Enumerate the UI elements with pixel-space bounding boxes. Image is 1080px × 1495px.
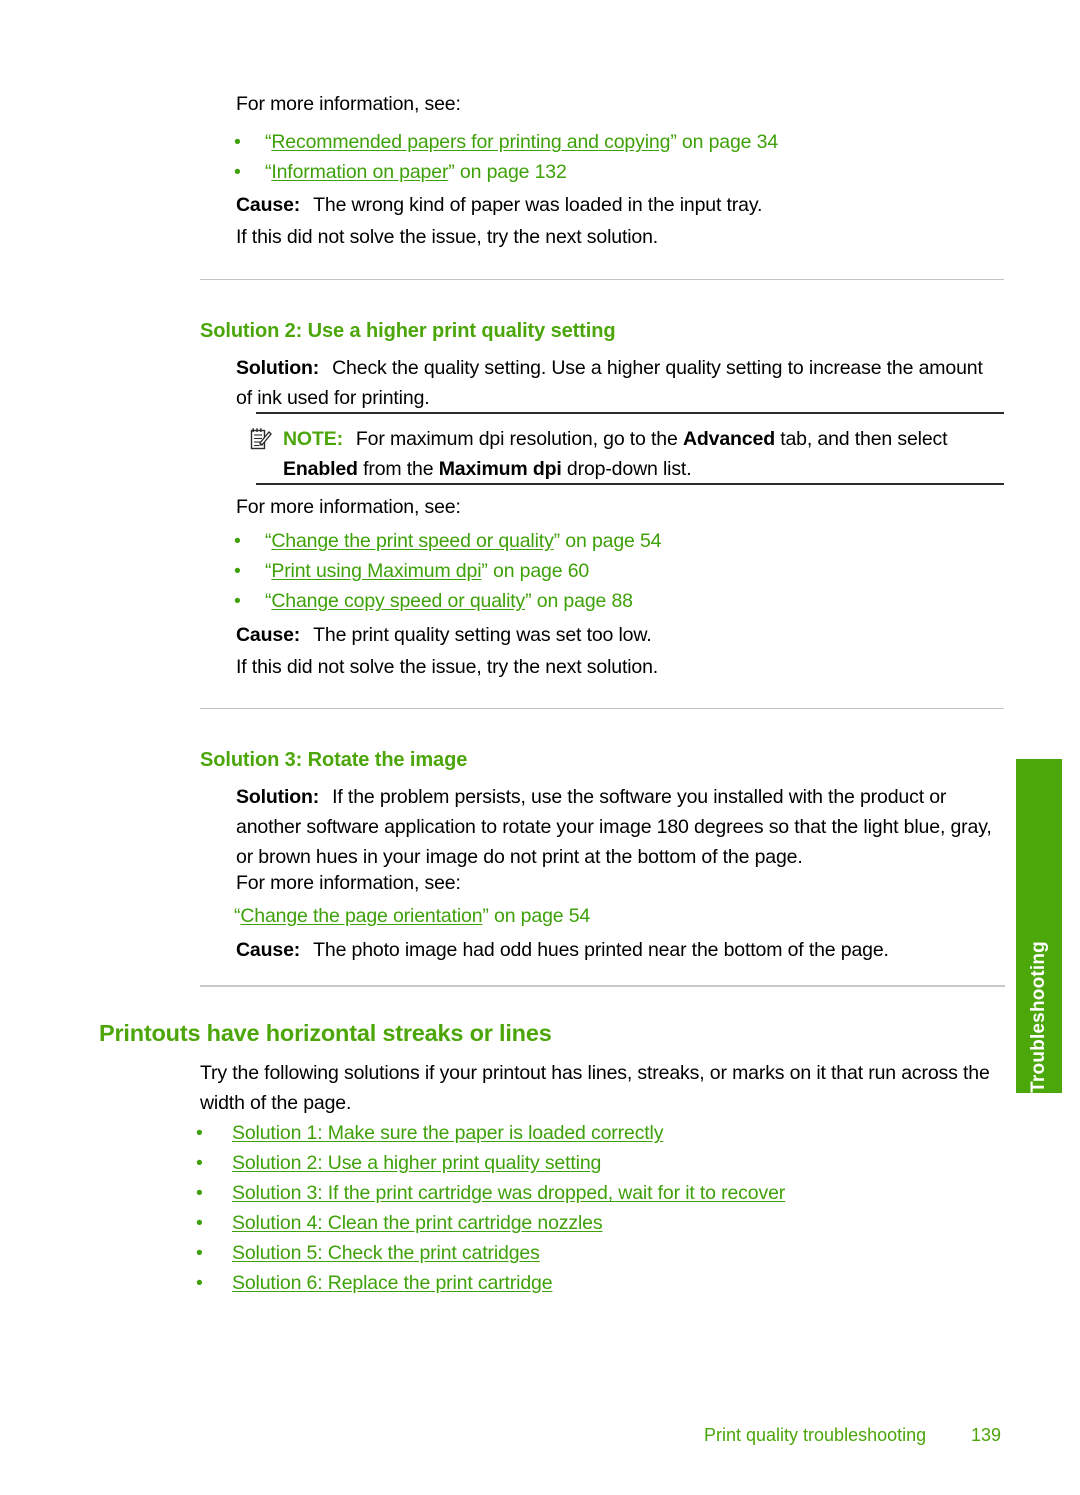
cause-text: The wrong kind of paper was loaded in th… (313, 194, 763, 216)
note-part-1: For maximum dpi resolution, go to the (355, 428, 683, 450)
note-label: NOTE: (283, 428, 343, 450)
note-bold-advanced: Advanced (682, 428, 775, 450)
link-recommended-papers[interactable]: Recommended papers for printing and copy… (271, 131, 670, 153)
solution-text: If the problem persists, use the softwar… (236, 786, 992, 868)
next-solution-note-sol2: If this did not solve the issue, try the… (236, 656, 659, 678)
link-solution-4[interactable]: Solution 4: Clean the print cartridge no… (232, 1212, 603, 1234)
cross-reference-link-row[interactable]: “Information on paper” on page 132 (265, 157, 567, 187)
link-information-on-paper[interactable]: Information on paper (271, 161, 448, 183)
solution-2-body: Solution: Check the quality setting. Use … (236, 353, 988, 413)
page-reference: on page 88 (531, 590, 633, 612)
page-reference: on page 60 (487, 560, 590, 582)
bullet-dot: • (196, 1242, 203, 1264)
cause-text: The photo image had odd hues printed nea… (313, 939, 889, 961)
link-change-page-orientation[interactable]: Change the page orientation (240, 905, 482, 927)
cross-reference-link-row[interactable]: “Print using Maximum dpi” on page 60 (265, 556, 589, 586)
bullet-dot: • (234, 560, 241, 582)
for-more-information-label-top: For more information, see: (236, 93, 461, 115)
cross-reference-link-row[interactable]: “Change copy speed or quality” on page 8… (265, 586, 633, 616)
note-rule-bottom (256, 483, 1004, 485)
document-page: For more information, see: • “Recommende… (0, 0, 1080, 1495)
bullet-dot: • (196, 1272, 203, 1294)
link-solution-5[interactable]: Solution 5: Check the print catridges (232, 1242, 540, 1264)
next-solution-note-top: If this did not solve the issue, try the… (236, 226, 659, 248)
section-divider (200, 279, 1004, 280)
page-section-heading: Printouts have horizontal streaks or lin… (99, 1020, 552, 1046)
cause-label: Cause: (236, 194, 301, 216)
solution-link-row[interactable]: Solution 2: Use a higher print quality s… (232, 1148, 601, 1178)
section-divider (200, 708, 1004, 709)
footer-title: Print quality troubleshooting (704, 1425, 927, 1445)
cross-reference-link-row[interactable]: “Change the page orientation” on page 54 (234, 901, 590, 931)
cross-reference-link-row[interactable]: “Recommended papers for printing and cop… (265, 127, 778, 157)
note-text: NOTE: For maximum dpi resolution, go to t… (283, 424, 1004, 484)
link-solution-6[interactable]: Solution 6: Replace the print cartridge (232, 1272, 553, 1294)
page-number: 139 (971, 1425, 1002, 1445)
note-bold-enabled: Enabled (283, 458, 358, 480)
streaks-intro-text: Try the following solutions if your prin… (200, 1062, 990, 1114)
link-solution-3[interactable]: Solution 3: If the print cartridge was d… (232, 1182, 785, 1204)
note-rule-top (256, 412, 1004, 414)
note-part-4: drop-down list. (561, 458, 692, 480)
solution-2-heading: Solution 2: Use a higher print quality s… (200, 320, 616, 342)
bullet-dot: • (234, 131, 241, 153)
solution-text: Check the quality setting. Use a higher … (236, 357, 983, 409)
for-more-information-label-sol3: For more information, see: (236, 872, 461, 894)
note-pencil-icon (250, 427, 272, 451)
solution-label: Solution: (236, 786, 320, 808)
bullet-dot: • (234, 161, 241, 183)
cause-row-sol2: Cause: The print quality setting was set … (236, 620, 652, 650)
cause-text: The print quality setting was set too lo… (313, 624, 652, 646)
note-bold-maximum-dpi: Maximum dpi (438, 458, 562, 480)
bullet-dot: • (196, 1152, 203, 1174)
solution-label: Solution: (236, 357, 320, 379)
link-change-print-speed[interactable]: Change the print speed or quality (271, 530, 553, 552)
side-tab-label: Troubleshooting (1028, 941, 1049, 1093)
solution-3-heading: Solution 3: Rotate the image (200, 749, 468, 771)
cause-row-sol3: Cause: The photo image had odd hues print… (236, 935, 889, 965)
link-print-using-maximum-dpi[interactable]: Print using Maximum dpi (271, 560, 481, 582)
section-divider (200, 985, 1005, 987)
link-solution-2[interactable]: Solution 2: Use a higher print quality s… (232, 1152, 601, 1174)
bullet-dot: • (234, 530, 241, 552)
note-part-2: tab, and then select (774, 428, 948, 450)
page-reference: on page 132 (454, 161, 567, 183)
bullet-dot: • (196, 1182, 203, 1204)
page-reference: on page 34 (676, 131, 779, 153)
for-more-information-label-sol2: For more information, see: (236, 496, 461, 518)
note-part-3: from the (357, 458, 439, 480)
cause-label: Cause: (236, 939, 301, 961)
link-solution-1[interactable]: Solution 1: Make sure the paper is loade… (232, 1122, 663, 1144)
note-callout: NOTE: For maximum dpi resolution, go to t… (250, 424, 1004, 484)
bullet-dot: • (196, 1122, 203, 1144)
link-change-copy-speed[interactable]: Change copy speed or quality (271, 590, 525, 612)
solution-link-row[interactable]: Solution 5: Check the print catridges (232, 1238, 540, 1268)
solution-link-row[interactable]: Solution 1: Make sure the paper is loade… (232, 1118, 663, 1148)
bullet-dot: • (196, 1212, 203, 1234)
page-reference: on page 54 (560, 530, 662, 552)
solution-link-row[interactable]: Solution 6: Replace the print cartridge (232, 1268, 553, 1298)
cross-reference-link-row[interactable]: “Change the print speed or quality” on p… (265, 526, 662, 556)
cause-label: Cause: (236, 624, 301, 646)
page-reference: on page 54 (488, 905, 591, 927)
solution-link-row[interactable]: Solution 4: Clean the print cartridge no… (232, 1208, 603, 1238)
bullet-dot: • (234, 590, 241, 612)
side-tab-troubleshooting: Troubleshooting (1016, 759, 1062, 1093)
solution-3-body: Solution: If the problem persists, use th… (236, 782, 996, 872)
cause-row-top: Cause: The wrong kind of paper was loaded… (236, 190, 762, 220)
solution-link-row[interactable]: Solution 3: If the print cartridge was d… (232, 1178, 785, 1208)
